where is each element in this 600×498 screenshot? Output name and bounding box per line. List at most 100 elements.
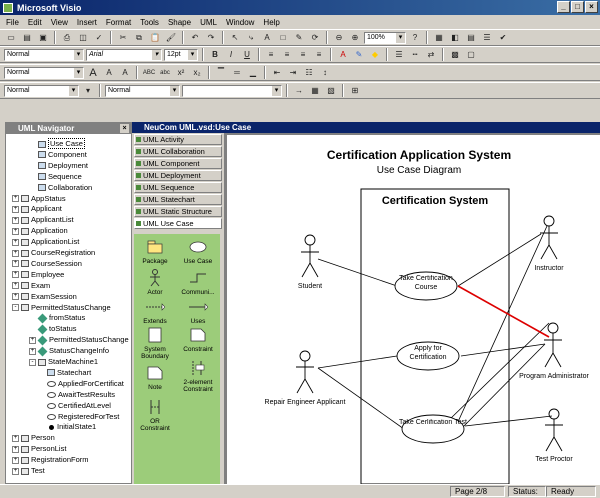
tree-item[interactable]: + PersonList (12, 444, 66, 455)
expand-icon[interactable]: + (12, 227, 19, 235)
uses-shape[interactable]: Uses (178, 298, 218, 325)
menu-help[interactable]: Help (263, 18, 279, 27)
tree-item[interactable]: AwaitTestResults (38, 390, 115, 401)
actor-shape[interactable]: Actor (135, 269, 175, 296)
decrease-font-icon[interactable]: A (102, 66, 116, 79)
italic-button[interactable]: I (224, 48, 238, 61)
expand-icon[interactable]: + (12, 249, 19, 257)
tree-item[interactable]: Collaboration (29, 183, 92, 194)
or-constraint-shape[interactable]: OR Constraint (135, 398, 175, 432)
zoom-in-icon[interactable]: ⊕ (348, 31, 362, 44)
bold-button[interactable]: B (208, 48, 222, 61)
stencil-tab[interactable]: UML Deployment (134, 170, 222, 181)
connector-tool-icon[interactable]: ⤷ (244, 31, 258, 44)
stencil-tab[interactable]: UML Use Case (134, 218, 222, 229)
expand-icon[interactable]: + (12, 467, 19, 475)
tree-item[interactable]: RegisteredForTest (38, 412, 119, 423)
tree-item[interactable]: fromStatus (29, 313, 85, 324)
fill-color-icon[interactable]: ◆ (368, 48, 382, 61)
use-case-take-test[interactable]: Take Cerlification Test (399, 414, 467, 444)
fill-pattern-icon[interactable]: ▦ (308, 84, 322, 97)
tree-item[interactable]: + ExamSession (12, 292, 77, 303)
tree-item[interactable]: + CourseRegistration (12, 248, 95, 259)
extends-shape[interactable]: Extends (135, 298, 175, 325)
stencil-tab[interactable]: UML Statechart (134, 194, 222, 205)
tree-item[interactable]: + ApplicationList (12, 237, 79, 248)
tree-item[interactable]: Sequence (29, 172, 82, 183)
decrease-indent-icon[interactable]: ⇤ (270, 66, 284, 79)
print-preview-icon[interactable]: ◫ (76, 31, 90, 44)
tree-item[interactable]: - PermittedStatusChange (12, 303, 111, 314)
expand-icon[interactable]: + (12, 434, 19, 442)
tree-item[interactable]: - StateMachine1 (29, 357, 98, 368)
tree-item[interactable]: + Exam (12, 281, 50, 292)
two-element-constraint-shape[interactable]: 2-element Constraint (178, 359, 218, 393)
layers-icon[interactable]: ◧ (448, 31, 462, 44)
align-bottom-icon[interactable]: ▁ (246, 66, 260, 79)
redo-icon[interactable]: ↷ (204, 31, 218, 44)
format-shape-icon[interactable]: ⊞ (348, 84, 362, 97)
actor-instructor[interactable] (540, 215, 558, 260)
pencil-tool-icon[interactable]: ✎ (292, 31, 306, 44)
align-center-icon[interactable]: ≡ (280, 48, 294, 61)
menu-view[interactable]: View (51, 18, 68, 27)
use-case-shape[interactable]: Use Case (178, 238, 218, 265)
use-case-take-course[interactable]: Take Certification Course (394, 271, 458, 301)
format-painter-icon[interactable]: 🖌 (164, 31, 178, 44)
tree-item[interactable]: Statechart (38, 368, 91, 379)
collapse-icon[interactable]: - (29, 358, 36, 366)
expand-icon[interactable]: + (12, 205, 19, 213)
tree-item[interactable]: + Test (12, 466, 45, 477)
tree-item[interactable]: Component (29, 150, 87, 161)
align-left-icon[interactable]: ≡ (264, 48, 278, 61)
expand-icon[interactable]: + (12, 238, 19, 246)
spacing-icon[interactable]: ↕ (318, 66, 332, 79)
align-middle-icon[interactable]: ═ (230, 66, 244, 79)
small-caps-button[interactable]: abc (158, 66, 172, 79)
menu-tools[interactable]: Tools (140, 18, 159, 27)
expand-icon[interactable]: + (12, 456, 19, 464)
align-right-icon[interactable]: ≡ (296, 48, 310, 61)
close-button[interactable]: × (585, 1, 598, 13)
menu-window[interactable]: Window (226, 18, 254, 27)
tree-item[interactable]: + StatusChangeInfo (29, 346, 109, 357)
communicates-shape[interactable]: Communi... (178, 269, 218, 296)
menu-edit[interactable]: Edit (28, 18, 42, 27)
font-effects-icon[interactable]: A (118, 66, 132, 79)
justify-icon[interactable]: ≡ (312, 48, 326, 61)
style-combo[interactable]: Normal (4, 48, 84, 61)
actor-student[interactable] (301, 234, 319, 278)
tree-item[interactable]: + RegistrationForm (12, 455, 89, 466)
corner-rounding-icon[interactable]: ▢ (464, 48, 478, 61)
zoom-combo[interactable]: 100% (364, 31, 406, 44)
menu-file[interactable]: File (6, 18, 19, 27)
undo-icon[interactable]: ↶ (188, 31, 202, 44)
menu-uml[interactable]: UML (200, 18, 217, 27)
menu-format[interactable]: Format (106, 18, 131, 27)
open-icon[interactable]: ▤ (20, 31, 34, 44)
line-color-icon[interactable]: ✎ (352, 48, 366, 61)
paste-icon[interactable]: 📋 (148, 31, 162, 44)
tree-item[interactable]: + CourseSession (12, 259, 82, 270)
expand-icon[interactable]: + (29, 336, 36, 344)
increase-font-icon[interactable]: A (86, 66, 100, 79)
tree-item[interactable]: + ApplicantList (12, 215, 74, 226)
text-block-style-combo[interactable] (182, 84, 282, 97)
align-top-icon[interactable]: ▔ (214, 66, 228, 79)
constraint-shape[interactable]: Constraint (178, 326, 218, 353)
close-pane-icon[interactable]: × (120, 124, 129, 133)
superscript-button[interactable]: x² (174, 66, 188, 79)
stencil-tab[interactable]: UML Sequence (134, 182, 222, 193)
zoom-out-icon[interactable]: ⊖ (332, 31, 346, 44)
expand-icon[interactable]: + (12, 260, 19, 268)
save-icon[interactable]: ▣ (36, 31, 50, 44)
tree-item[interactable]: AppliedForCertificat (38, 379, 124, 390)
stencil-tab[interactable]: UML Activity (134, 134, 222, 145)
line-end-icon[interactable]: → (292, 84, 306, 97)
check-icon[interactable]: ✔ (496, 31, 510, 44)
underline-button[interactable]: U (240, 48, 254, 61)
menu-shape[interactable]: Shape (168, 18, 191, 27)
shadow-color-icon[interactable]: ▧ (324, 84, 338, 97)
line-weight-dropdown-icon[interactable]: ▾ (81, 84, 95, 97)
cut-icon[interactable]: ✂ (116, 31, 130, 44)
